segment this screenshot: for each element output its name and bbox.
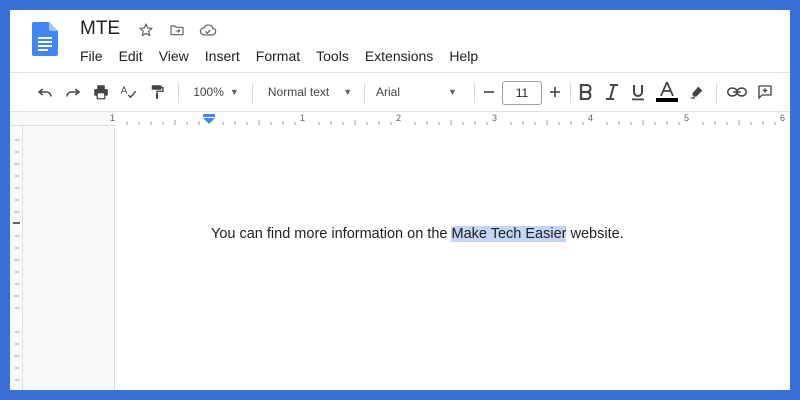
decrease-font-size-button[interactable] [478,73,500,111]
page-margin-area [23,126,115,390]
text-color-swatch [656,98,678,102]
print-icon[interactable] [88,73,114,111]
italic-icon[interactable] [600,73,624,111]
underline-icon[interactable] [626,73,650,111]
paragraph-style-value: Normal text [267,85,330,99]
ruler: 1 1 2 3 4 5 6 [10,112,790,126]
indent-marker-icon[interactable] [202,114,216,124]
docs-logo-icon[interactable] [32,22,58,56]
toolbar-divider [364,83,365,103]
increase-font-size-button[interactable] [544,73,566,111]
toolbar-divider [474,83,475,103]
zoom-value: 100% [193,85,224,99]
menu-help[interactable]: Help [441,46,486,66]
paragraph-style-select[interactable]: Normal text ▼ [262,73,358,111]
font-size-input[interactable]: 11 [502,81,542,105]
zoom-select[interactable]: 100% ▼ [186,73,246,111]
undo-icon[interactable] [32,73,58,111]
document-page[interactable]: You can find more information on the Mak… [115,126,790,390]
paint-format-icon[interactable] [144,73,170,111]
move-to-folder-icon[interactable] [166,19,188,41]
vertical-ruler[interactable] [10,126,23,390]
ruler-label: 1 [110,113,116,123]
selected-text[interactable]: Make Tech Easier [451,226,567,242]
svg-text:A: A [121,86,128,97]
menu-file[interactable]: File [72,46,111,66]
toolbar-divider [570,83,571,103]
text-color-button[interactable] [654,73,680,111]
app-window: MTE File Edit View Insert Format Tools E… [10,10,790,390]
ruler-label: 6 [780,113,786,123]
menu-extensions[interactable]: Extensions [357,46,441,66]
menu-view[interactable]: View [151,46,197,66]
spellcheck-icon[interactable]: A [116,73,142,111]
toolbar: A 100% ▼ Normal text ▼ Arial ▼ 11 [10,72,790,112]
paragraph-text: website. [566,226,624,242]
toolbar-divider [716,83,717,103]
title-bar: MTE File Edit View Insert Format Tools E… [10,10,790,72]
ruler-label: 1 [300,113,306,123]
bold-icon[interactable] [574,73,598,111]
add-comment-icon[interactable] [752,73,778,111]
menu-format[interactable]: Format [248,46,308,66]
chevron-down-icon: ▼ [343,87,353,97]
font-select[interactable]: Arial ▼ [376,73,472,111]
ruler-label: 4 [588,113,594,123]
menu-tools[interactable]: Tools [308,46,357,66]
menu-edit[interactable]: Edit [111,46,151,66]
ruler-label: 3 [492,113,498,123]
chevron-down-icon: ▼ [229,87,239,97]
star-icon[interactable] [135,19,157,41]
menu-bar: File Edit View Insert Format Tools Exten… [72,46,486,66]
ruler-label: 5 [684,113,690,123]
paragraph-text: You can find more information on the [211,226,452,242]
vertical-ruler-ticks [13,139,20,381]
toolbar-divider [252,83,253,103]
menu-insert[interactable]: Insert [197,46,248,66]
cloud-saved-icon[interactable] [197,19,219,41]
document-paragraph[interactable]: You can find more information on the Mak… [211,226,624,242]
toolbar-divider [178,83,179,103]
chevron-down-icon: ▼ [448,87,457,97]
insert-link-icon[interactable] [724,73,750,111]
ruler-label: 2 [396,113,402,123]
redo-icon[interactable] [60,73,86,111]
text-color-icon [660,82,674,96]
document-title[interactable]: MTE [80,18,120,40]
font-value: Arial [376,85,401,99]
highlight-color-icon[interactable] [684,73,710,111]
